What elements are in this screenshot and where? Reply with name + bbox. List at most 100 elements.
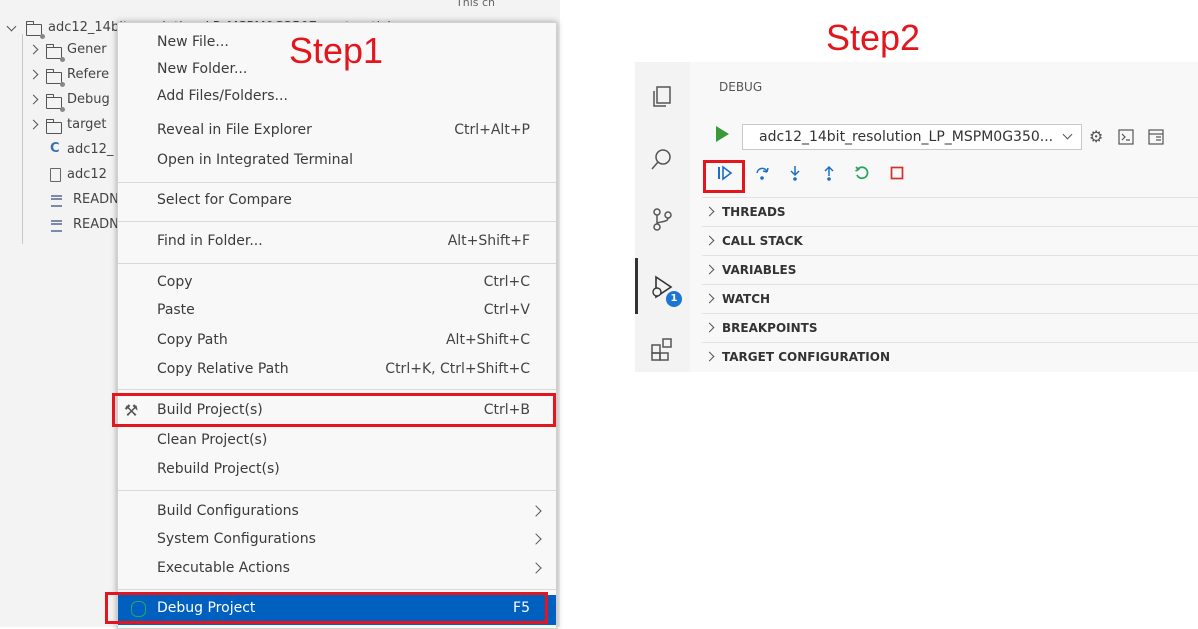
chevron-right-icon <box>704 293 715 304</box>
tree-item-label: Debug <box>67 92 110 107</box>
section-breakpoints[interactable]: BREAKPOINTS <box>702 313 1198 343</box>
step-over-button[interactable] <box>751 165 773 187</box>
menu-item-copy[interactable]: Copy Ctrl+C <box>118 269 556 297</box>
chevron-right-icon <box>530 505 542 517</box>
menu-separator <box>118 221 556 222</box>
menu-item-copy-path[interactable]: Copy Path Alt+Shift+C <box>118 327 556 355</box>
tree-item-label: target <box>67 117 107 132</box>
more-actions-icon[interactable] <box>1148 129 1166 145</box>
c-file-icon: C <box>50 141 60 156</box>
chevron-right-icon <box>28 119 39 130</box>
gear-icon[interactable]: ⚙ <box>1089 127 1103 146</box>
chevron-down-icon <box>6 21 17 32</box>
tree-item-readme[interactable]: READN <box>0 188 119 212</box>
linked-folder-icon <box>26 21 45 39</box>
highlight-build-project <box>112 393 556 427</box>
tree-item-c-file[interactable]: C adc12_ <box>0 138 117 162</box>
menu-separator <box>118 589 556 590</box>
debug-view-title: DEBUG <box>719 80 763 94</box>
debug-console-icon[interactable] <box>1118 129 1134 145</box>
chevron-right-icon <box>28 44 39 55</box>
tree-item-debug[interactable]: Debug <box>0 88 117 112</box>
step1-annotation: Step1 <box>289 30 384 71</box>
chevron-right-icon <box>28 69 39 80</box>
readme-icon <box>51 195 62 207</box>
shortcut-label: Ctrl+Alt+P <box>454 122 530 138</box>
stop-button[interactable] <box>886 165 908 187</box>
highlight-debug-project <box>105 592 548 624</box>
linked-folder-icon <box>46 94 65 112</box>
step-into-icon <box>790 166 800 181</box>
chevron-right-icon <box>530 562 542 574</box>
chevron-right-icon <box>704 235 715 246</box>
chevron-right-icon <box>28 94 39 105</box>
extensions-icon[interactable] <box>649 336 675 362</box>
tree-item-readme[interactable]: READN <box>0 213 119 237</box>
source-control-icon[interactable] <box>649 206 675 232</box>
section-threads[interactable]: THREADS <box>702 197 1198 227</box>
chevron-right-icon <box>704 351 715 362</box>
chevron-right-icon <box>704 264 715 275</box>
linked-folder-icon <box>46 44 65 62</box>
chevron-right-icon <box>704 206 715 217</box>
step2-annotation: Step2 <box>826 17 921 58</box>
start-debugging-icon[interactable] <box>716 126 729 142</box>
menu-item-open-terminal[interactable]: Open in Integrated Terminal <box>118 147 556 175</box>
menu-item-paste[interactable]: Paste Ctrl+V <box>118 297 556 325</box>
readme-icon <box>51 220 62 232</box>
chevron-right-icon <box>704 322 715 333</box>
tree-item-label: Refere <box>67 67 110 82</box>
menu-item-build-configurations[interactable]: Build Configurations <box>118 498 556 526</box>
menu-item-find-in-folder[interactable]: Find in Folder... Alt+Shift+F <box>118 228 556 256</box>
launch-config-value: adc12_14bit_resolution_LP_MSPM0G350... <box>759 129 1054 145</box>
shortcut-label: Alt+Shift+C <box>445 332 530 348</box>
section-watch[interactable]: WATCH <box>702 284 1198 314</box>
tree-item-label: adc12 <box>67 167 107 182</box>
explorer-files-icon[interactable] <box>649 84 675 110</box>
step-out-icon <box>824 165 834 181</box>
file-icon <box>50 168 61 182</box>
launch-config-select[interactable]: adc12_14bit_resolution_LP_MSPM0G350... <box>742 124 1082 150</box>
menu-item-add-files[interactable]: Add Files/Folders... <box>118 83 556 111</box>
menu-separator <box>118 389 556 390</box>
tree-item-label: Gener <box>67 42 107 57</box>
debug-session-badge: 1 <box>666 291 682 307</box>
folder-icon <box>46 119 62 134</box>
menu-item-reveal-in-explorer[interactable]: Reveal in File Explorer Ctrl+Alt+P <box>118 117 556 145</box>
stop-icon <box>890 166 904 180</box>
menu-item-clean-project[interactable]: Clean Project(s) <box>118 427 556 455</box>
tree-item-label: adc12_ <box>67 142 114 157</box>
menu-separator <box>118 263 556 264</box>
shortcut-label: Ctrl+C <box>483 274 530 290</box>
menu-separator <box>118 490 556 491</box>
step-into-button[interactable] <box>784 165 806 187</box>
section-variables[interactable]: VARIABLES <box>702 255 1198 285</box>
restart-button[interactable] <box>851 165 873 187</box>
menu-item-copy-relative-path[interactable]: Copy Relative Path Ctrl+K, Ctrl+Shift+C <box>118 356 556 384</box>
chevron-right-icon <box>530 533 542 545</box>
shortcut-label: Alt+Shift+F <box>447 233 530 249</box>
shortcut-label: Ctrl+V <box>483 302 530 318</box>
menu-item-system-configurations[interactable]: System Configurations <box>118 526 556 554</box>
tree-item-target[interactable]: target <box>0 113 117 137</box>
menu-item-rebuild-project[interactable]: Rebuild Project(s) <box>118 456 556 484</box>
search-icon[interactable] <box>649 146 675 172</box>
activity-active-indicator <box>635 258 638 314</box>
section-call-stack[interactable]: CALL STACK <box>702 226 1198 256</box>
tree-item-file[interactable]: adc12 <box>0 163 117 187</box>
step-over-icon <box>756 167 769 180</box>
linked-folder-icon <box>46 69 65 87</box>
menu-item-select-compare[interactable]: Select for Compare <box>118 187 556 215</box>
tree-item-refere[interactable]: Refere <box>0 63 117 87</box>
editor-text-fragment: This ch <box>456 0 495 9</box>
highlight-continue-button <box>703 160 745 193</box>
chevron-down-icon <box>1062 129 1073 140</box>
step-out-button[interactable] <box>818 165 840 187</box>
tree-item-label: READN <box>73 217 119 232</box>
section-target-configuration[interactable]: TARGET CONFIGURATION <box>702 342 1198 372</box>
menu-item-executable-actions[interactable]: Executable Actions <box>118 555 556 583</box>
tree-item-label: READN <box>73 192 119 207</box>
restart-icon <box>855 166 869 180</box>
tree-item-gener[interactable]: Gener <box>0 38 117 62</box>
shortcut-label: Ctrl+K, Ctrl+Shift+C <box>385 361 530 377</box>
